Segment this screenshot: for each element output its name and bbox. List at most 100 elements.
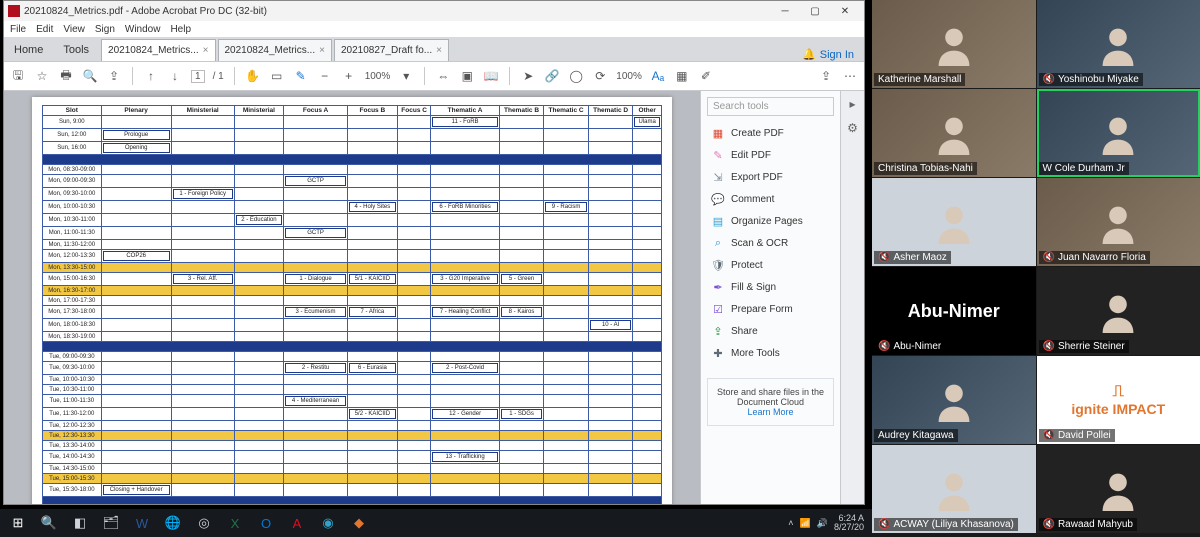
rotate-icon[interactable]: ⟳ <box>592 68 608 84</box>
schedule-row: Mon, 16:30-17:00 <box>43 286 662 296</box>
taskbar-app-acrobat[interactable]: A <box>283 511 311 535</box>
fit-width-icon[interactable]: ⇔ <box>435 68 451 84</box>
page-up-icon[interactable]: ↑ <box>143 68 159 84</box>
more-icon[interactable]: ⋯ <box>842 68 858 84</box>
participant-tile[interactable]: 🔇Sherrie Steiner <box>1037 267 1200 355</box>
tool-item[interactable]: ✒Fill & Sign <box>701 276 840 298</box>
ab-icon[interactable]: Aₐ <box>650 68 666 84</box>
tray-network-icon[interactable]: 📶 <box>800 518 811 529</box>
taskbar-app-browser[interactable]: ◉ <box>314 511 342 535</box>
menu-edit[interactable]: Edit <box>36 24 53 35</box>
bell-icon: 🔔 <box>802 48 816 61</box>
tray-chevron-icon[interactable]: ˄ <box>788 518 793 528</box>
sign-in-button[interactable]: 🔔 Sign In <box>792 48 864 61</box>
zoom-level-field[interactable]: 100% <box>365 71 391 82</box>
tool-item[interactable]: ✎Edit PDF <box>701 144 840 166</box>
select-tool-icon[interactable]: ▭ <box>269 68 285 84</box>
taskbar-app-word[interactable]: W <box>128 511 156 535</box>
share-arrow-icon[interactable]: ⇪ <box>106 68 122 84</box>
star-icon[interactable]: ☆ <box>34 68 50 84</box>
tool-item[interactable]: ✚More Tools <box>701 342 840 364</box>
document-tab[interactable]: 20210824_Metrics...× <box>101 39 215 61</box>
edit-tool-icon[interactable]: ✎ <box>293 68 309 84</box>
taskbar-app-edge[interactable]: 🌐 <box>159 511 187 535</box>
minimize-button[interactable]: ─ <box>770 1 800 21</box>
schedule-header: Thematic A <box>431 106 499 116</box>
page-number-field[interactable]: 1 <box>191 70 205 83</box>
participant-tile[interactable]: ⎍ignite IMPACT🔇David Pollei <box>1037 356 1200 444</box>
read-mode-icon[interactable]: 📖 <box>483 68 499 84</box>
taskbar-app-zoom[interactable]: ◆ <box>345 511 373 535</box>
taskbar-app-excel[interactable]: X <box>221 511 249 535</box>
rail-gear-icon[interactable]: ⚙ <box>847 121 858 135</box>
tray-volume-icon[interactable]: 🔊 <box>817 518 828 529</box>
menu-file[interactable]: File <box>10 24 26 35</box>
participant-tile[interactable]: 🔇Yoshinobu Miyake <box>1037 0 1200 88</box>
participant-name-label: 🔇Rawaad Mahyub <box>1039 518 1138 531</box>
taskbar-search-icon[interactable]: 🔍 <box>35 511 63 535</box>
schedule-header: Ministerial <box>234 106 284 116</box>
tool-item[interactable]: ⌕Scan & OCR <box>701 232 840 254</box>
hand-tool-icon[interactable]: ✋ <box>245 68 261 84</box>
tool-item[interactable]: 🛡Protect <box>701 254 840 276</box>
document-tab[interactable]: 20210824_Metrics...× <box>218 39 332 61</box>
participant-tile[interactable]: W Cole Durham Jr <box>1037 89 1200 177</box>
pointer-icon[interactable]: ➤ <box>520 68 536 84</box>
search-icon[interactable]: 🔍 <box>82 68 98 84</box>
comment-icon: 💬 <box>711 192 725 206</box>
participant-tile[interactable]: 🔇Juan Navarro Floria <box>1037 178 1200 266</box>
schedule-cell: 6 - FoRB Minorities <box>432 202 497 212</box>
crop-icon[interactable]: ◯ <box>568 68 584 84</box>
grid-icon[interactable]: ▦ <box>674 68 690 84</box>
maximize-button[interactable]: ▢ <box>800 1 830 21</box>
participant-tile[interactable]: Abu-Nimer🔇Abu-Nimer <box>872 267 1036 355</box>
menu-help[interactable]: Help <box>170 24 191 35</box>
document-tab[interactable]: 20210827_Draft fo...× <box>334 39 449 61</box>
zoom-out-icon[interactable]: − <box>317 68 333 84</box>
tool-item[interactable]: ⇪Share <box>701 320 840 342</box>
tab-home[interactable]: Home <box>4 39 53 61</box>
taskbar-app-chrome[interactable]: ◎ <box>190 511 218 535</box>
schedule-row: Mon, 10:00-10:304 - Holy Sites6 - FoRB M… <box>43 201 662 214</box>
taskbar-app-explorer[interactable]: 🗂 <box>97 511 125 535</box>
close-tab-icon[interactable]: × <box>436 45 442 56</box>
share-toolbar-icon[interactable]: ⇪ <box>818 68 834 84</box>
participant-tile[interactable]: Christina Tobias-Nahi <box>872 89 1036 177</box>
cloud-learn-more-link[interactable]: Learn More <box>747 407 793 417</box>
chevron-down-icon[interactable]: ▾ <box>398 68 414 84</box>
close-tab-icon[interactable]: × <box>319 45 325 56</box>
tab-tools[interactable]: Tools <box>53 39 99 61</box>
page-down-icon[interactable]: ↓ <box>167 68 183 84</box>
taskbar-app-outlook[interactable]: O <box>252 511 280 535</box>
zoom-in-icon[interactable]: + <box>341 68 357 84</box>
tool-item[interactable]: ▤Organize Pages <box>701 210 840 232</box>
main-toolbar: 🖫 ☆ 🖶 🔍 ⇪ ↑ ↓ 1 / 1 ✋ ▭ ✎ − + 100% ▾ ⇔ ▣… <box>4 61 864 91</box>
start-button[interactable]: ⊞ <box>4 511 32 535</box>
close-tab-icon[interactable]: × <box>203 45 209 56</box>
tool-item[interactable]: ▦Create PDF <box>701 122 840 144</box>
menu-sign[interactable]: Sign <box>95 24 115 35</box>
save-icon[interactable]: 🖫 <box>10 68 26 84</box>
link-icon[interactable]: 🔗 <box>544 68 560 84</box>
tools-search-input[interactable]: Search tools <box>707 97 834 116</box>
participant-tile[interactable]: Katherine Marshall <box>872 0 1036 88</box>
title-bar: 20210824_Metrics.pdf - Adobe Acrobat Pro… <box>4 1 864 21</box>
rail-collapse-icon[interactable]: ▸ <box>849 97 855 111</box>
menu-bar: File Edit View Sign Window Help <box>4 21 864 37</box>
participant-tile[interactable]: Audrey Kitagawa <box>872 356 1036 444</box>
menu-window[interactable]: Window <box>125 24 161 35</box>
annotate-icon[interactable]: ✐ <box>698 68 714 84</box>
participant-tile[interactable]: 🔇Asher Maoz <box>872 178 1036 266</box>
task-view-icon[interactable]: ◧ <box>66 511 94 535</box>
fit-page-icon[interactable]: ▣ <box>459 68 475 84</box>
tool-item[interactable]: ☑Prepare Form <box>701 298 840 320</box>
close-button[interactable]: ✕ <box>830 1 860 21</box>
menu-view[interactable]: View <box>63 24 85 35</box>
document-view[interactable]: SlotPlenaryMinisterialMinisterialFocus A… <box>4 91 700 504</box>
tool-item[interactable]: ⇲Export PDF <box>701 166 840 188</box>
print-icon[interactable]: 🖶 <box>58 68 74 84</box>
participant-tile[interactable]: 🔇Rawaad Mahyub <box>1037 445 1200 533</box>
tool-item[interactable]: 💬Comment <box>701 188 840 210</box>
participant-tile[interactable]: 🔇ACWAY (Liliya Khasanova) <box>872 445 1036 533</box>
taskbar-clock[interactable]: 6:24 A 8/27/20 <box>834 514 864 532</box>
